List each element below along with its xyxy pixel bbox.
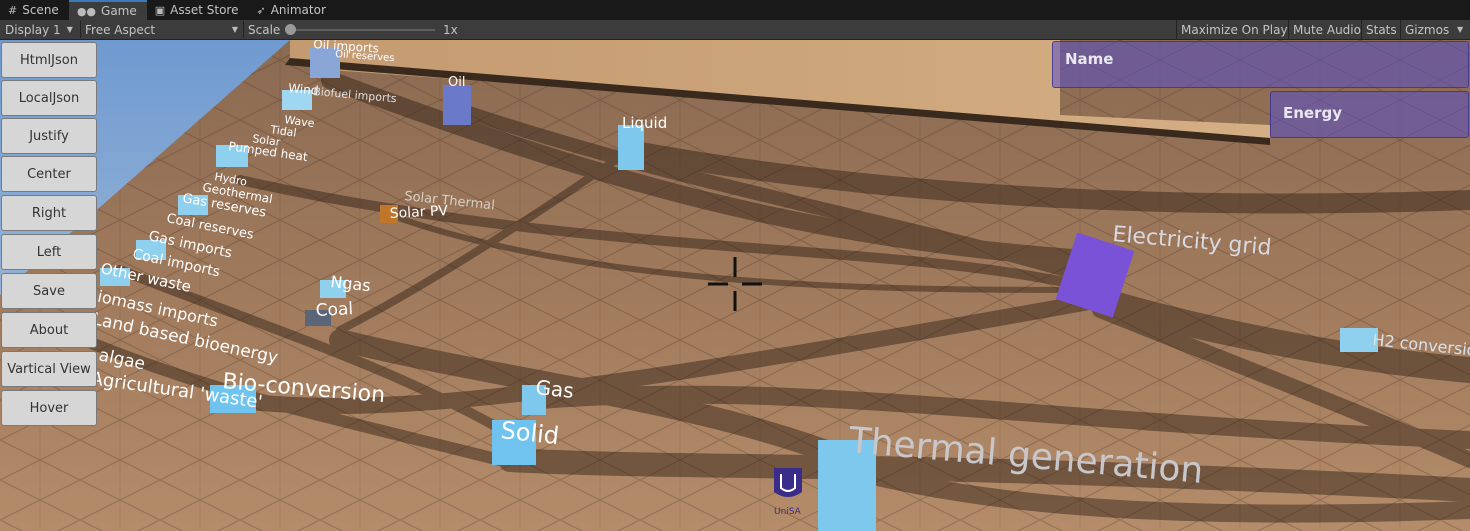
aspect-dropdown[interactable]: Free Aspect ▼	[85, 20, 238, 39]
left-button[interactable]: Left	[1, 234, 97, 270]
chevron-down-icon: ▼	[66, 25, 73, 34]
scene-render: Oil imports Oil reserves Oil Wind Biofue…	[0, 40, 1470, 531]
label-gas: Gas	[534, 375, 574, 403]
gizmos-dropdown[interactable]: Gizmos	[1400, 20, 1465, 39]
node-oil[interactable]	[443, 85, 471, 125]
bag-icon: ▣	[154, 3, 166, 17]
tab-animator[interactable]: ➶ Animator	[249, 0, 336, 20]
mute-audio-toggle[interactable]: Mute Audio	[1288, 20, 1365, 39]
maximize-on-play-toggle[interactable]: Maximize On Play	[1176, 20, 1292, 39]
label-oil: Oil	[448, 75, 465, 90]
display-dropdown[interactable]: Display 1 ▼	[5, 20, 73, 39]
tab-game[interactable]: ●● Game	[68, 0, 147, 20]
label-liquid: Liquid	[622, 114, 667, 132]
game-viewport[interactable]: Oil imports Oil reserves Oil Wind Biofue…	[0, 40, 1470, 531]
tab-label: Animator	[270, 3, 326, 17]
scale-value: 1x	[443, 22, 458, 37]
game-toolbar: Display 1 ▼ Free Aspect ▼ Scale 1x Maximiz…	[0, 20, 1470, 40]
tab-label: Scene	[22, 3, 59, 17]
tab-label: Asset Store	[170, 3, 239, 17]
about-button[interactable]: About	[1, 312, 97, 348]
label-coal: Coal	[315, 299, 353, 321]
animator-icon: ➶	[256, 3, 266, 17]
scale-slider-handle[interactable]	[285, 24, 296, 35]
gamepad-icon: ●●	[76, 4, 97, 18]
editor-tab-bar: # Scene ●● Game ▣ Asset Store ➶ Animator	[0, 0, 1470, 21]
vertical-view-button[interactable]: Vartical View	[1, 351, 97, 387]
save-button[interactable]: Save	[1, 273, 97, 309]
energy-panel[interactable]: Energy	[1270, 91, 1469, 138]
hover-button[interactable]: Hover	[1, 390, 97, 426]
aspect-dropdown-value: Free Aspect	[85, 22, 156, 37]
justify-button[interactable]: Justify	[1, 118, 97, 154]
gizmos-label: Gizmos	[1405, 22, 1450, 37]
stats-toggle[interactable]: Stats	[1361, 20, 1401, 39]
chevron-down-icon: ▼	[231, 25, 238, 34]
scale-slider[interactable]	[289, 29, 435, 31]
svg-text:UniSA: UniSA	[774, 507, 802, 517]
center-button[interactable]: Center	[1, 156, 97, 192]
chevron-down-icon[interactable]: ▼	[1457, 20, 1463, 39]
energy-label: Energy	[1283, 104, 1343, 122]
scale-label: Scale	[248, 22, 281, 37]
localjson-button[interactable]: LocalJson	[1, 80, 97, 116]
display-dropdown-value: Display 1	[5, 22, 61, 37]
right-button[interactable]: Right	[1, 195, 97, 231]
grid-icon: #	[8, 3, 18, 17]
name-panel[interactable]: Name	[1052, 41, 1469, 88]
label-solar-pv: Solar PV	[389, 203, 448, 222]
tab-scene[interactable]: # Scene	[0, 0, 69, 20]
htmljson-button[interactable]: HtmlJson	[1, 42, 97, 78]
name-label: Name	[1065, 50, 1114, 68]
tab-label: Game	[101, 4, 137, 18]
unisa-logo: UniSA	[774, 468, 802, 517]
tab-asset-store[interactable]: ▣ Asset Store	[147, 0, 249, 20]
